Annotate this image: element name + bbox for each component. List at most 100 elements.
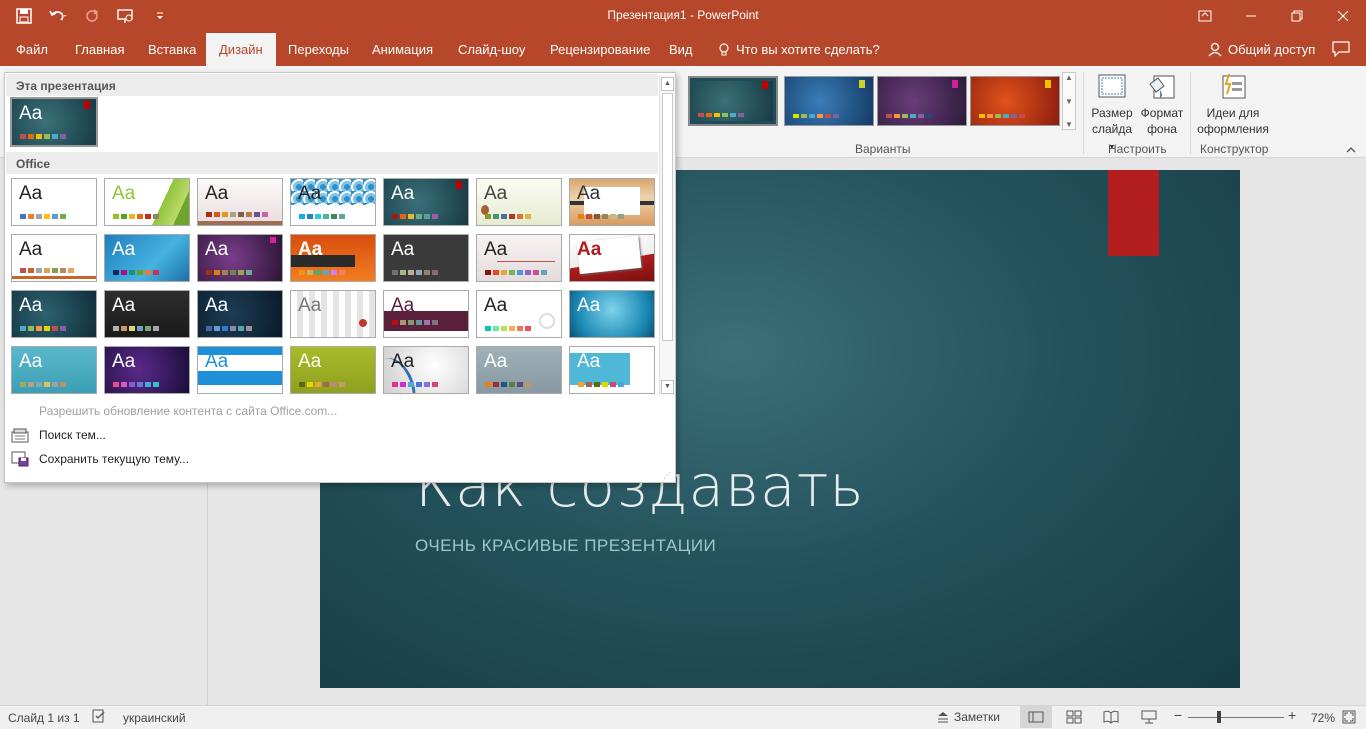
theme-quotable[interactable]: Aa [476, 290, 562, 338]
slide-size-label-1: Размер [1091, 106, 1133, 120]
theme-slice[interactable]: Aa [104, 234, 190, 282]
theme-integral[interactable]: Aa [197, 178, 283, 226]
slide-sorter-icon[interactable] [1066, 710, 1082, 727]
theme-aa-label: Aa [205, 183, 229, 204]
theme-aa-label: Aa [112, 183, 136, 204]
theme-savon[interactable]: Aa [476, 234, 562, 282]
theme-organic[interactable]: Aa [476, 178, 562, 226]
more-variants-icon[interactable]: ▼ [1065, 120, 1073, 129]
theme-badge[interactable]: Aa [197, 346, 283, 394]
theme-circuit[interactable]: Aa [11, 290, 97, 338]
group-separator [1083, 72, 1084, 154]
zoom-slider-thumb[interactable] [1217, 711, 1221, 723]
variant-2[interactable] [784, 76, 874, 126]
slide-size-label-2: слайда [1091, 122, 1133, 136]
variants-scroll[interactable]: ▲ ▼ ▼ [1062, 72, 1076, 130]
zoom-out-icon[interactable]: − [1174, 707, 1182, 723]
theme-office[interactable]: Aa [11, 178, 97, 226]
save-theme-item[interactable]: Сохранить текущую тему... [11, 449, 189, 469]
resize-grip-icon[interactable]: ⋰ [663, 471, 671, 480]
scroll-up-icon[interactable]: ▲ [1065, 73, 1073, 82]
blank-icon [11, 403, 29, 419]
format-background-icon [1146, 72, 1178, 102]
tab-insert[interactable]: Вставка [135, 33, 209, 66]
enable-updates-label: Разрешить обновление контента с сайта Of… [39, 404, 338, 418]
theme-vapor-trail[interactable]: Aa [104, 346, 190, 394]
theme-facet[interactable]: Aa [104, 178, 190, 226]
theme-aa-label: Aa [19, 351, 43, 372]
group-label-customize: Настроить [1108, 142, 1167, 156]
tell-me-box[interactable]: Что вы хотите сделать? [718, 33, 880, 66]
themes-gallery-dropdown: Эта презентация Aa Office Aa Aa Aa Aa Aa… [4, 72, 676, 483]
share-label: Общий доступ [1228, 42, 1316, 57]
share-button[interactable]: Общий доступ [1208, 33, 1315, 66]
tab-review[interactable]: Рецензирование [537, 33, 663, 66]
theme-aa-label: Aa [484, 295, 508, 316]
tab-home[interactable]: Главная [62, 33, 137, 66]
scroll-down-icon[interactable]: ▼ [1065, 97, 1073, 106]
zoom-in-icon[interactable]: + [1288, 707, 1296, 723]
current-theme-thumbnail[interactable]: Aa [10, 97, 98, 147]
theme-ion-boardroom[interactable]: Aa [290, 178, 376, 226]
theme-parallax[interactable]: Aa [476, 346, 562, 394]
theme-dividend[interactable]: Aa [197, 290, 283, 338]
spell-check-icon[interactable] [92, 709, 106, 726]
fit-to-window-icon[interactable] [1342, 710, 1356, 727]
gallery-scrollbar[interactable]: ▲ ▼ [659, 75, 675, 395]
zoom-slider[interactable] [1188, 717, 1284, 718]
theme-aa-label: Aa [205, 295, 229, 316]
theme-berlin-orange[interactable]: Aa [290, 234, 376, 282]
close-icon[interactable] [1320, 0, 1366, 31]
theme-view[interactable]: Aa [569, 346, 655, 394]
window-controls [1182, 0, 1366, 31]
theme-droplet[interactable]: Aa [569, 234, 655, 282]
theme-ion[interactable]: Aa [383, 178, 469, 226]
theme-aa-label: Aa [577, 239, 602, 260]
tab-transitions[interactable]: Переходы [275, 33, 362, 66]
normal-view-icon[interactable] [1020, 706, 1052, 728]
theme-slice-light[interactable]: Aa [11, 234, 97, 282]
tell-me-text: Что вы хотите сделать? [736, 42, 880, 57]
restore-icon[interactable] [1274, 0, 1320, 31]
theme-savon-blue[interactable]: Aa [11, 346, 97, 394]
theme-berlin[interactable]: Aa [197, 234, 283, 282]
design-ideas-button[interactable]: Идеи для оформления [1194, 72, 1272, 137]
browse-themes-item[interactable]: Поиск тем... [11, 425, 106, 445]
scroll-thumb[interactable] [662, 93, 673, 341]
variant-1[interactable] [688, 76, 778, 126]
scroll-up-icon[interactable]: ▲ [661, 77, 674, 91]
tab-slideshow[interactable]: Слайд-шоу [445, 33, 538, 66]
theme-basis[interactable]: Aa [290, 346, 376, 394]
variant-3[interactable] [877, 76, 967, 126]
variant-4[interactable] [970, 76, 1060, 126]
notes-button[interactable]: Заметки [937, 710, 1000, 724]
theme-main-event[interactable]: Aa [383, 290, 469, 338]
reading-view-icon[interactable] [1103, 710, 1119, 727]
collapse-ribbon-icon[interactable] [1346, 142, 1356, 156]
tab-file[interactable]: Файл [3, 33, 61, 66]
language[interactable]: украинский [123, 711, 186, 725]
theme-aa-label: Aa [112, 295, 136, 316]
theme-aa-label: Aa [577, 351, 601, 372]
ribbon-display-options-icon[interactable] [1182, 0, 1228, 31]
theme-mesh[interactable]: Aa [383, 234, 469, 282]
theme-retrospect[interactable]: Aa [569, 178, 655, 226]
office-header: Office [6, 152, 658, 174]
theme-celestial[interactable]: Aa [383, 346, 469, 394]
zoom-level[interactable]: 72% [1311, 711, 1335, 725]
minimize-icon[interactable] [1228, 0, 1274, 31]
format-background-button[interactable]: Формат фона [1138, 72, 1186, 137]
theme-aa-label: Aa [112, 239, 136, 260]
slide-subtitle[interactable]: ОЧЕНЬ КРАСИВЫЕ ПРЕЗЕНТАЦИИ [415, 536, 716, 556]
save-theme-label: Сохранить текущую тему... [39, 452, 189, 466]
theme-frame[interactable]: Aa [290, 290, 376, 338]
theme-gallery-dark[interactable]: Aa [104, 290, 190, 338]
scroll-down-icon[interactable]: ▼ [661, 380, 674, 394]
theme-wisp[interactable]: Aa [569, 290, 655, 338]
tab-animations[interactable]: Анимация [359, 33, 446, 66]
tab-view[interactable]: Вид [656, 33, 706, 66]
save-theme-icon [11, 451, 29, 467]
tab-design[interactable]: Дизайн [206, 33, 276, 66]
slideshow-view-icon[interactable] [1141, 710, 1157, 727]
comment-icon[interactable] [1332, 41, 1350, 60]
